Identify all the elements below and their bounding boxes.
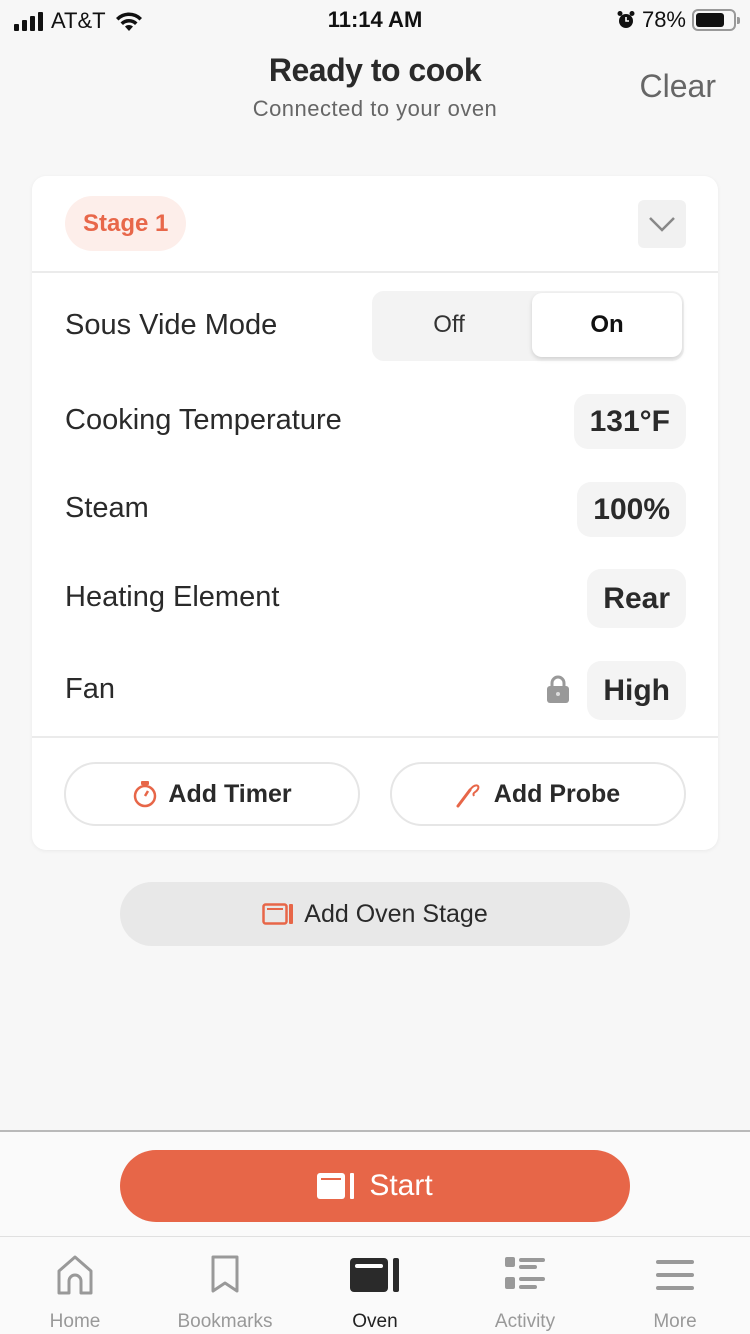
stage-badge: Stage 1 [65,196,187,251]
add-probe-button[interactable]: Add Probe [390,762,686,826]
probe-icon [456,784,480,808]
steam-label: Steam [65,492,149,524]
start-label: Start [369,1169,433,1202]
clear-button[interactable]: Clear [640,68,716,105]
tab-bar: Home Bookmarks Oven Activity More [0,1236,750,1334]
oven-icon [350,1258,399,1292]
add-oven-stage-label: Add Oven Stage [304,899,488,928]
battery-percent: 78% [641,7,686,32]
tab-home[interactable]: Home [0,1237,150,1334]
add-probe-label: Add Probe [493,779,621,808]
chevron-down-icon [649,217,675,232]
timer-icon [134,781,157,808]
sous-vide-on-option[interactable]: On [532,293,682,357]
status-bar: AT&T 11:14 AM 78% [0,0,750,40]
start-button[interactable]: Start [120,1150,630,1222]
activity-icon [505,1257,545,1289]
divider [32,736,718,738]
sous-vide-off-option[interactable]: Off [374,293,524,357]
stage-card-header: Stage 1 [32,176,718,273]
add-timer-label: Add Timer [168,779,292,808]
steam-value[interactable]: 100% [577,482,686,537]
tab-activity[interactable]: Activity [450,1237,600,1334]
fan-value[interactable]: High [587,661,686,720]
tab-activity-label: Activity [494,1311,556,1332]
tab-home-label: Home [49,1311,101,1332]
page-title: Ready to cook [268,52,482,88]
collapse-button[interactable] [638,200,686,248]
cooking-temperature-value[interactable]: 131°F [573,394,686,449]
connection-status: Connected to your oven [252,96,498,121]
add-oven-stage-button[interactable]: Add Oven Stage [120,882,630,946]
cooking-temperature-label: Cooking Temperature [65,404,342,436]
tab-oven-label: Oven [352,1311,398,1332]
menu-icon [656,1260,694,1290]
header: Ready to cook Connected to your oven Cle… [0,50,750,130]
heating-element-value[interactable]: Rear [587,569,686,628]
heating-element-label: Heating Element [65,581,280,613]
home-icon [57,1255,93,1295]
sous-vide-label: Sous Vide Mode [65,309,278,341]
oven-icon [262,903,294,925]
bookmark-icon [211,1255,239,1293]
tab-oven[interactable]: Oven [300,1237,450,1334]
battery-icon [692,9,740,31]
tab-more[interactable]: More [600,1237,750,1334]
tab-more-label: More [653,1311,697,1332]
oven-icon [317,1173,355,1199]
fan-label: Fan [65,673,115,705]
stage-card: Stage 1 Sous Vide Mode Off On Cooking Te… [32,176,718,850]
tab-bookmarks[interactable]: Bookmarks [150,1237,300,1334]
tab-bookmarks-label: Bookmarks [177,1311,273,1332]
add-timer-button[interactable]: Add Timer [64,762,360,826]
alarm-icon [617,11,635,28]
sous-vide-toggle[interactable]: Off On [372,291,684,361]
start-bar: Start [0,1130,750,1236]
lock-icon [547,675,569,703]
